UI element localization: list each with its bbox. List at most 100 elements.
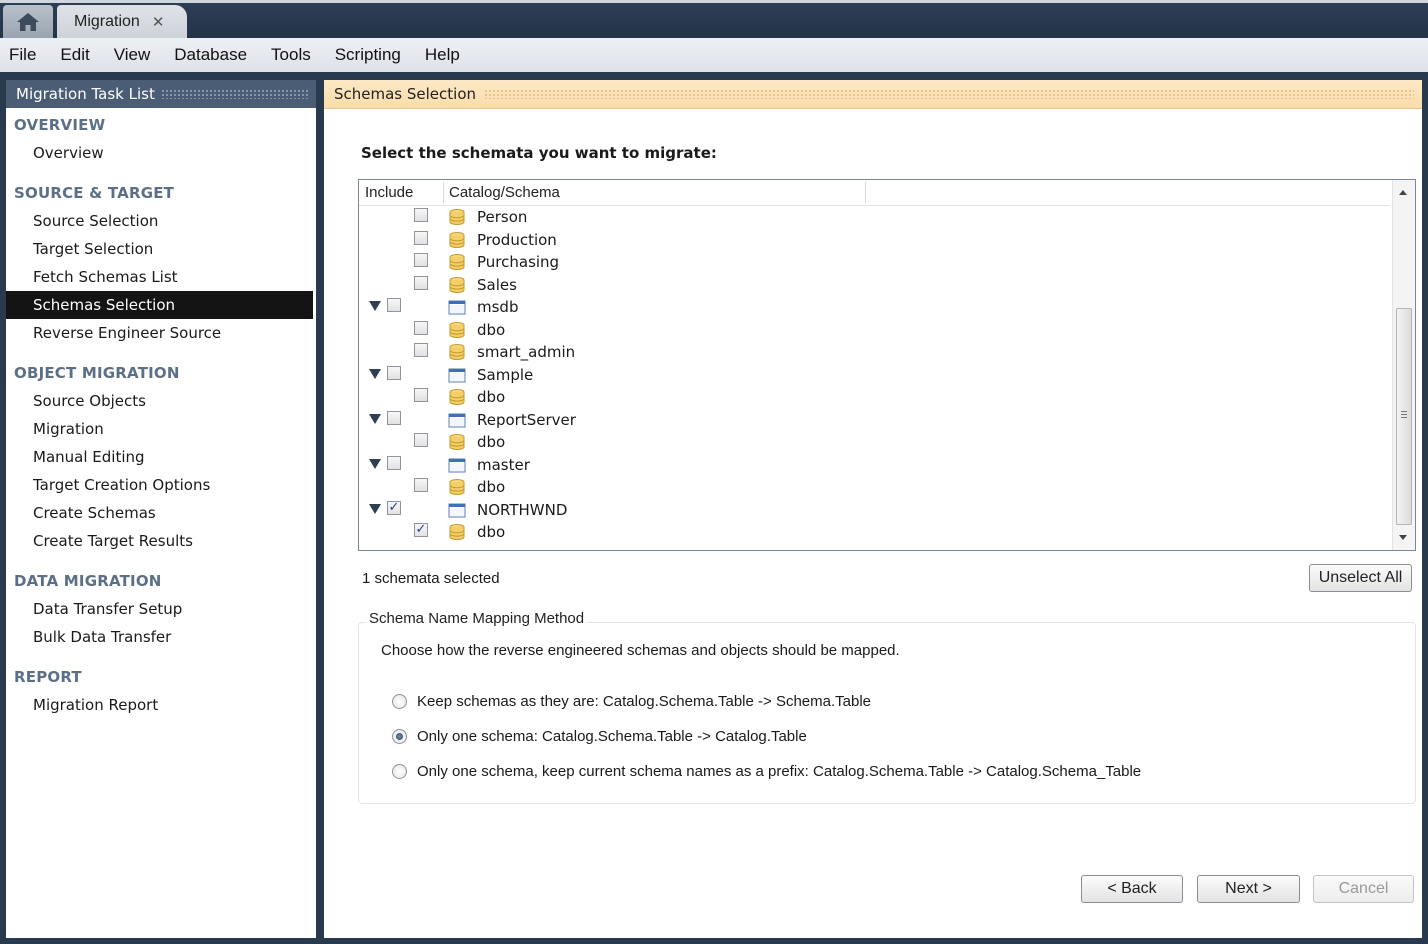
tab-bar: Migration ✕	[0, 0, 1428, 38]
sidebar-item-migration-report[interactable]: Migration Report	[6, 691, 316, 719]
menu-tools[interactable]: Tools	[259, 45, 323, 65]
include-checkbox[interactable]	[414, 343, 428, 357]
sidebar-item-schemas-selection[interactable]: Schemas Selection	[6, 291, 313, 319]
next-button[interactable]: Next >	[1197, 875, 1300, 903]
tree-row-schema[interactable]: dbo	[359, 476, 1390, 499]
include-checkbox[interactable]	[414, 388, 428, 402]
sidebar-item-target-creation-options[interactable]: Target Creation Options	[6, 471, 316, 499]
include-checkbox[interactable]: ✓	[414, 523, 428, 537]
tree-row-label: smart_admin	[477, 343, 576, 361]
section-report: REPORT	[14, 668, 82, 686]
tab-migration[interactable]: Migration ✕	[57, 5, 187, 38]
tree-row-schema[interactable]: dbo	[359, 431, 1390, 454]
scroll-thumb[interactable]	[1396, 308, 1412, 525]
scroll-down-icon[interactable]	[1399, 535, 1407, 540]
menu-file[interactable]: File	[0, 45, 48, 65]
column-separator	[443, 182, 444, 203]
expand-arrow-icon[interactable]	[369, 458, 381, 469]
sidebar-item-migration[interactable]: Migration	[6, 415, 316, 443]
sidebar-item-create-target-results[interactable]: Create Target Results	[6, 527, 316, 555]
menu-view[interactable]: View	[102, 45, 163, 65]
sidebar-item-create-schemas[interactable]: Create Schemas	[6, 499, 316, 527]
column-separator	[865, 182, 866, 203]
include-checkbox[interactable]	[414, 275, 428, 290]
tree-row-label: master	[477, 455, 530, 474]
sidebar-title: Migration Task List	[16, 85, 155, 103]
include-checkbox[interactable]	[414, 478, 428, 492]
include-checkbox[interactable]	[414, 253, 428, 267]
tree-row-schema[interactable]: dbo	[359, 319, 1390, 342]
column-catalog-schema[interactable]: Catalog/Schema	[449, 180, 560, 205]
expand-arrow-icon[interactable]	[369, 503, 381, 514]
tree-row-schema[interactable]: Sales	[359, 274, 1390, 297]
tree-header: Include Catalog/Schema	[359, 180, 1390, 206]
mapping-option-keep[interactable]: Keep schemas as they are: Catalog.Schema…	[392, 690, 871, 712]
tree-row-schema[interactable]: ✓ dbo	[359, 521, 1390, 544]
home-tab[interactable]	[3, 5, 53, 38]
include-checkbox[interactable]	[414, 320, 428, 335]
catalog-icon	[448, 503, 466, 517]
sidebar-item-source-selection[interactable]: Source Selection	[6, 207, 316, 235]
menu-edit[interactable]: Edit	[48, 45, 101, 65]
close-icon[interactable]: ✕	[152, 13, 165, 31]
back-button[interactable]: < Back	[1081, 875, 1183, 903]
top-border	[0, 0, 1428, 3]
schema-tree[interactable]: Include Catalog/Schema Person Production P…	[358, 179, 1416, 551]
header-dots	[484, 89, 1414, 99]
instruction-text: Select the schemata you want to migrate:	[361, 144, 717, 162]
tree-row-catalog[interactable]: master	[359, 454, 1390, 477]
unselect-all-button[interactable]: Unselect All	[1309, 564, 1412, 592]
include-checkbox[interactable]	[387, 365, 401, 380]
tree-row-catalog[interactable]: ReportServer	[359, 409, 1390, 432]
tree-row-label: Purchasing	[477, 253, 560, 271]
tree-row-catalog[interactable]: Sample	[359, 364, 1390, 387]
sidebar-header: Migration Task List	[6, 80, 316, 108]
include-checkbox[interactable]	[387, 410, 401, 425]
expand-arrow-icon[interactable]	[369, 413, 381, 424]
expand-arrow-icon[interactable]	[369, 368, 381, 379]
include-checkbox[interactable]	[414, 208, 428, 222]
radio-button[interactable]	[392, 728, 407, 744]
sidebar-item-source-objects[interactable]: Source Objects	[6, 387, 316, 415]
sidebar-item-data-transfer-setup[interactable]: Data Transfer Setup	[6, 595, 316, 623]
include-checkbox[interactable]	[414, 230, 428, 245]
schema-icon	[449, 389, 465, 405]
menu-scripting[interactable]: Scripting	[323, 45, 413, 65]
sidebar-item-manual-editing[interactable]: Manual Editing	[6, 443, 316, 471]
tree-row-catalog[interactable]: ✓ NORTHWND	[359, 499, 1390, 522]
radio-button[interactable]	[392, 693, 407, 709]
include-checkbox[interactable]	[387, 455, 401, 470]
tree-scrollbar[interactable]	[1392, 180, 1415, 550]
sidebar-item-bulk-data-transfer[interactable]: Bulk Data Transfer	[6, 623, 316, 651]
mapping-option-one-schema[interactable]: Only one schema: Catalog.Schema.Table ->…	[392, 725, 807, 747]
tree-row-schema[interactable]: dbo	[359, 386, 1390, 409]
tree-row-label: Production	[477, 230, 557, 249]
include-checkbox[interactable]	[387, 298, 401, 312]
tree-row-schema[interactable]: Purchasing	[359, 251, 1390, 274]
grip-icon	[1401, 411, 1407, 418]
sidebar-item-overview[interactable]: Overview	[6, 139, 316, 167]
tree-row-schema[interactable]: Production	[359, 229, 1390, 252]
schema-icon	[449, 434, 465, 450]
radio-button[interactable]	[392, 763, 407, 779]
menu-help[interactable]: Help	[413, 45, 472, 65]
column-include[interactable]: Include	[365, 180, 413, 205]
mapping-option-prefix[interactable]: Only one schema, keep current schema nam…	[392, 760, 1141, 782]
scroll-up-icon[interactable]	[1399, 190, 1407, 195]
catalog-icon	[448, 300, 466, 315]
include-checkbox[interactable]: ✓	[387, 500, 401, 515]
tree-row-catalog[interactable]: msdb	[359, 296, 1390, 319]
tree-row-label: dbo	[477, 388, 506, 406]
schema-icon	[449, 209, 465, 225]
tree-row-schema[interactable]: smart_admin	[359, 341, 1390, 364]
cancel-button[interactable]: Cancel	[1313, 875, 1414, 903]
menu-database[interactable]: Database	[162, 45, 259, 65]
tree-row-schema[interactable]: Person	[359, 206, 1390, 229]
sidebar-item-reverse-engineer-source[interactable]: Reverse Engineer Source	[6, 319, 316, 347]
expand-arrow-icon[interactable]	[369, 301, 381, 311]
include-checkbox[interactable]	[414, 433, 428, 447]
sidebar-item-fetch-schemas-list[interactable]: Fetch Schemas List	[6, 263, 316, 291]
tree-row-label: Sample	[477, 365, 534, 384]
sidebar-item-target-selection[interactable]: Target Selection	[6, 235, 316, 263]
section-data-migration: DATA MIGRATION	[14, 572, 162, 590]
